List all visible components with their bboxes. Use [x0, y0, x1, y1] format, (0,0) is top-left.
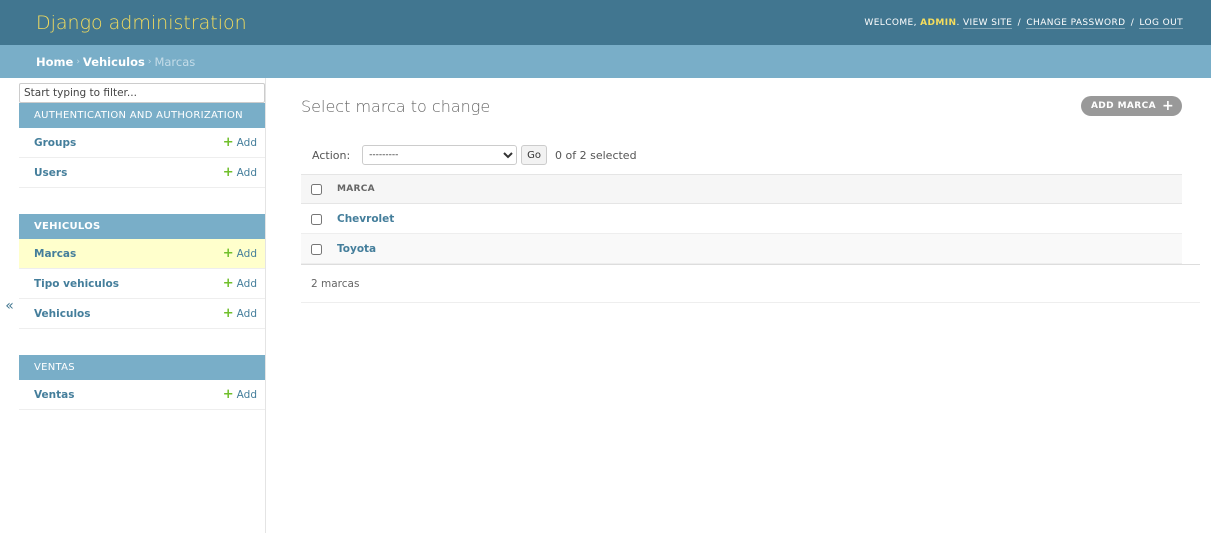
- add-label: Add: [236, 166, 257, 179]
- sidebar-item-users: Users + Add: [19, 158, 265, 188]
- sidebar-link-users[interactable]: Users: [34, 167, 67, 179]
- breadcrumb-app[interactable]: Vehiculos: [83, 55, 145, 69]
- sidebar-filter-input[interactable]: [19, 83, 265, 103]
- user-tools-separator: /: [1017, 17, 1022, 28]
- module-gap: [19, 329, 265, 355]
- module-caption[interactable]: Ventas: [19, 355, 265, 380]
- selected-count: 0 of 2 selected: [555, 148, 637, 162]
- table-row: Chevrolet: [301, 204, 1182, 234]
- row-checkbox[interactable]: [311, 243, 322, 255]
- add-marca-label: Add marca: [1090, 101, 1156, 111]
- module-caption[interactable]: Vehiculos: [19, 214, 265, 239]
- table-row: Toyota: [301, 233, 1182, 264]
- site-name[interactable]: Django administration: [36, 12, 247, 34]
- page-title: Select marca to change: [301, 97, 491, 116]
- row-cell: Toyota: [326, 234, 1182, 264]
- sidebar-link-ventas[interactable]: Ventas: [34, 389, 75, 401]
- breadcrumb-home[interactable]: Home: [36, 55, 73, 69]
- welcome-text: Welcome,: [864, 17, 921, 28]
- add-vehiculos-link[interactable]: + Add: [223, 307, 257, 320]
- module-gap: [19, 188, 265, 214]
- add-tipo-vehiculos-link[interactable]: + Add: [223, 277, 257, 290]
- add-marca-button[interactable]: Add marca +: [1080, 96, 1182, 116]
- plus-icon: +: [222, 306, 234, 321]
- select-all-cell: [301, 175, 326, 204]
- add-label: Add: [236, 388, 257, 401]
- breadcrumb-separator: ›: [147, 56, 152, 67]
- row-checkbox[interactable]: [311, 213, 322, 225]
- user-tools: Welcome, admin. View site / Change passw…: [864, 17, 1183, 29]
- table-header-row: Marca: [301, 174, 1182, 204]
- log-out-link[interactable]: Log out: [1139, 17, 1183, 29]
- sidebar-link-tipo-vehiculos[interactable]: Tipo vehiculos: [34, 278, 119, 290]
- go-button[interactable]: Go: [521, 145, 548, 165]
- result-table: Marca Chevrolet Toyota: [301, 174, 1182, 264]
- row-checkbox-cell: [301, 204, 326, 234]
- user-tools-separator: /: [1130, 17, 1135, 28]
- actions-bar: Action: --------- Go 0 of 2 selected: [301, 144, 637, 166]
- add-label: Add: [236, 277, 257, 290]
- sidebar-item-marcas: Marcas + Add: [19, 239, 265, 269]
- sidebar-item-groups: Groups + Add: [19, 128, 265, 158]
- breadcrumb: Home › Vehiculos › Marcas: [0, 45, 1211, 78]
- username: admin: [920, 17, 957, 28]
- plus-icon: +: [222, 246, 234, 261]
- select-all-checkbox[interactable]: [311, 184, 322, 195]
- add-ventas-link[interactable]: + Add: [223, 388, 257, 401]
- module-auth: Authentication and Authorization Groups …: [19, 103, 265, 188]
- add-label: Add: [236, 307, 257, 320]
- welcome-punct: .: [956, 17, 960, 28]
- action-select[interactable]: ---------: [362, 145, 518, 165]
- sidebar-link-marcas[interactable]: Marcas: [34, 248, 76, 260]
- plus-icon: +: [222, 135, 234, 150]
- toggle-sidebar-button[interactable]: «: [0, 78, 19, 533]
- module-vehiculos: Vehiculos Marcas + Add Tipo vehiculos + Ad…: [19, 214, 265, 329]
- sidebar-item-tipo-vehiculos: Tipo vehiculos + Add: [19, 269, 265, 299]
- breadcrumb-current: Marcas: [154, 54, 196, 69]
- plus-icon: +: [222, 165, 234, 180]
- paginator: 2 marcas: [301, 264, 1200, 303]
- add-label: Add: [236, 136, 257, 149]
- breadcrumb-separator: ›: [76, 56, 80, 67]
- main-area: « Authentication and Authorization Group…: [0, 78, 1211, 533]
- module-caption[interactable]: Authentication and Authorization: [19, 103, 265, 128]
- plus-icon: +: [1161, 98, 1175, 114]
- sidebar-link-vehiculos[interactable]: Vehiculos: [34, 308, 91, 320]
- row-link-toyota[interactable]: Toyota: [337, 243, 376, 255]
- row-checkbox-cell: [301, 234, 326, 264]
- row-link-chevrolet[interactable]: Chevrolet: [337, 213, 394, 225]
- change-password-link[interactable]: Change password: [1026, 17, 1126, 29]
- add-marcas-link[interactable]: + Add: [223, 247, 257, 260]
- add-groups-link[interactable]: + Add: [223, 136, 257, 149]
- add-label: Add: [236, 247, 257, 260]
- plus-icon: +: [222, 276, 234, 291]
- module-ventas: Ventas Ventas + Add: [19, 355, 265, 410]
- view-site-link[interactable]: View site: [962, 17, 1013, 29]
- header: Django administration Welcome, admin. Vi…: [0, 0, 1211, 45]
- row-cell: Chevrolet: [326, 204, 1182, 234]
- action-label: Action:: [312, 148, 351, 162]
- nav-sidebar: Authentication and Authorization Groups …: [19, 78, 266, 533]
- sidebar-item-vehiculos: Vehiculos + Add: [19, 299, 265, 329]
- double-chevron-left-icon: «: [5, 297, 14, 314]
- plus-icon: +: [222, 387, 234, 402]
- sidebar-item-ventas: Ventas + Add: [19, 380, 265, 410]
- column-header-marca[interactable]: Marca: [326, 175, 1182, 204]
- add-users-link[interactable]: + Add: [223, 166, 257, 179]
- sidebar-link-groups[interactable]: Groups: [34, 137, 76, 149]
